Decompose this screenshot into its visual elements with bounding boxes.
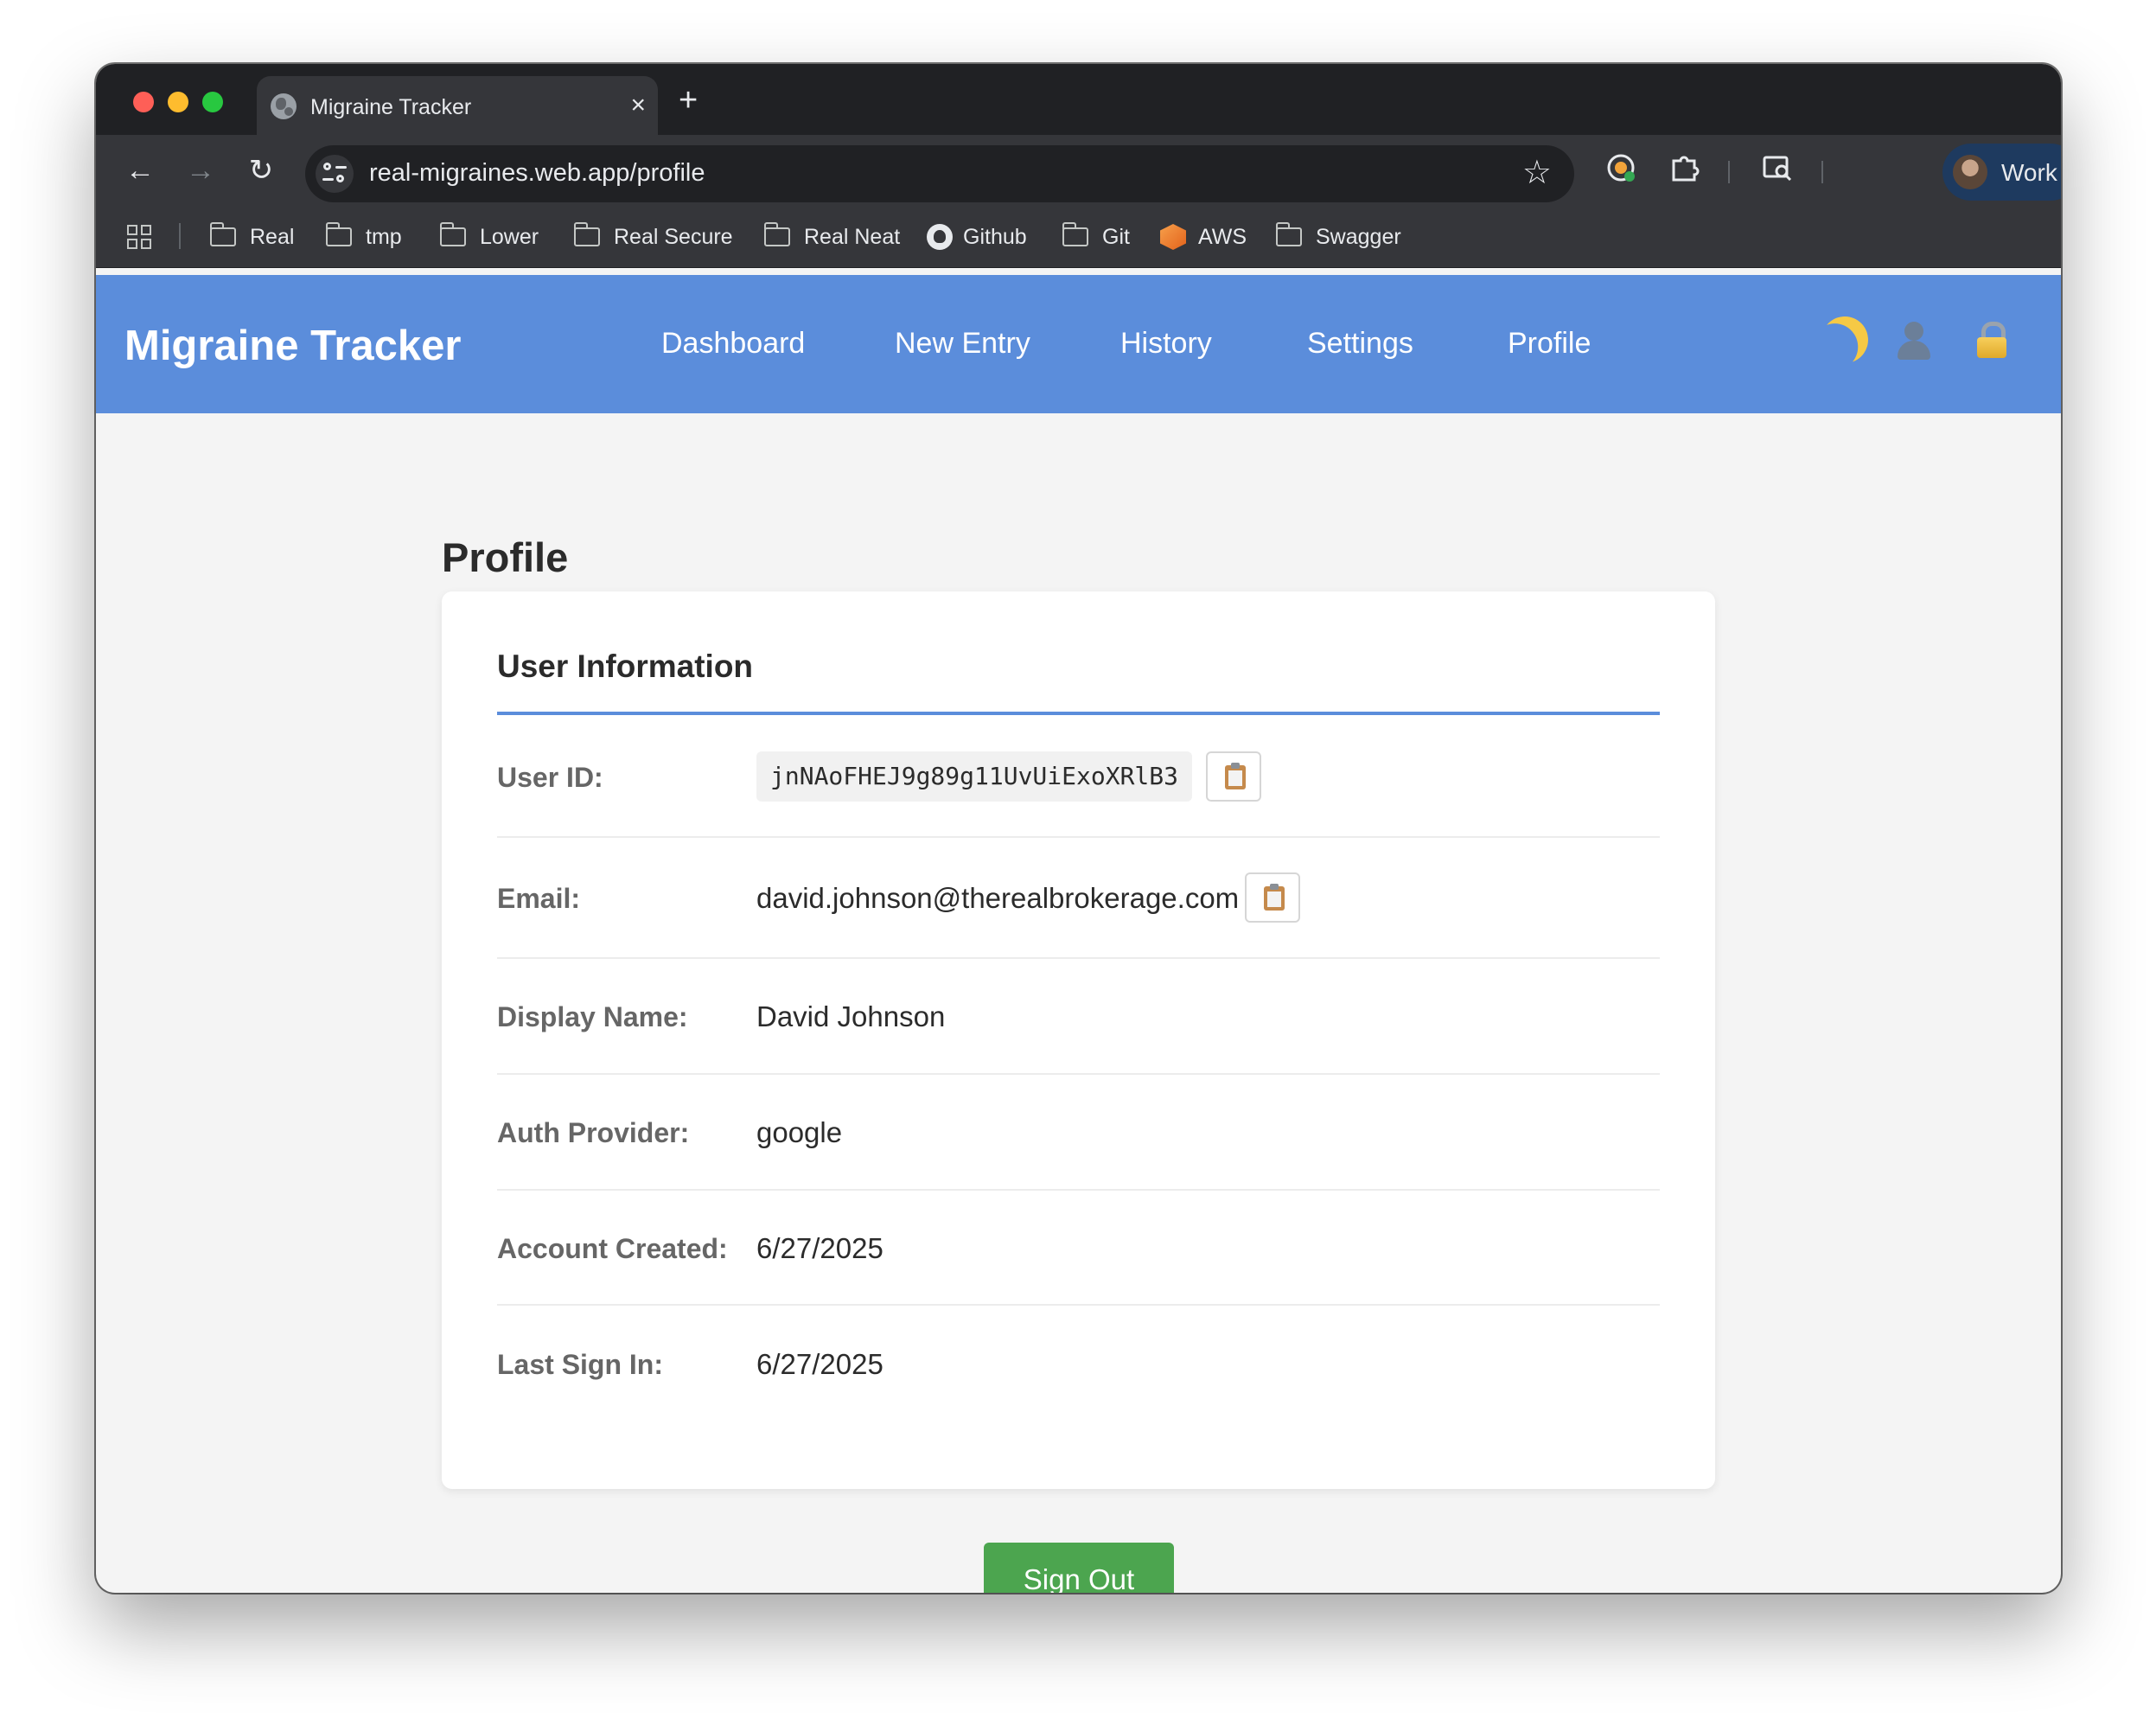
reload-icon[interactable]: ↻ [241, 150, 281, 190]
maximize-window-button[interactable] [202, 92, 223, 112]
bookmark-aws[interactable]: AWS [1160, 220, 1247, 254]
url-text[interactable]: real-migraines.web.app/profile [369, 159, 705, 188]
browser-toolbar: ← → ↻ real-migraines.web.app/profile ☆ W… [96, 135, 2061, 206]
bookmark-label: Git [1102, 224, 1130, 249]
nav-history[interactable]: History [1120, 327, 1212, 361]
bookmark-star-icon[interactable]: ☆ [1522, 154, 1552, 192]
profile-button[interactable]: Work [1942, 144, 2061, 201]
nav-settings[interactable]: Settings [1307, 327, 1413, 361]
page-title: Profile [442, 534, 569, 580]
back-arrow-icon[interactable]: ← [120, 150, 160, 190]
folder-icon [1275, 222, 1302, 246]
user-id-value: jnNAoFHEJ9g89g11UvUiExoXRlB3 [756, 751, 1193, 802]
bookmark-label: Github [963, 224, 1027, 249]
last-sign-in-row: Last Sign In: 6/27/2025 [497, 1306, 1660, 1422]
last-sign-in-label: Last Sign In: [497, 1349, 663, 1380]
folder-icon [1062, 222, 1088, 246]
app-header: Migraine Tracker Dashboard New Entry His… [96, 275, 2061, 413]
clipboard-icon [1225, 763, 1246, 789]
puzzle-icon[interactable] [1666, 152, 1702, 189]
minimize-window-button[interactable] [168, 92, 188, 112]
avatar [1953, 155, 1987, 189]
display-name-label: Display Name: [497, 1001, 688, 1032]
sign-out-button[interactable]: Sign Out [984, 1543, 1174, 1593]
bookmark-label: Real Neat [804, 224, 901, 249]
display-name-row: Display Name: David Johnson [497, 959, 1660, 1075]
github-icon [927, 224, 953, 250]
folder-icon [439, 222, 466, 246]
user-id-label: User ID: [497, 762, 603, 793]
address-bar[interactable]: real-migraines.web.app/profile ☆ [305, 145, 1574, 202]
account-created-label: Account Created: [497, 1233, 728, 1264]
bookmark-tmp[interactable]: tmp [325, 220, 402, 254]
auth-provider-row: Auth Provider: google [497, 1075, 1660, 1191]
tab-close-icon[interactable]: × [630, 90, 646, 121]
bookmark-github[interactable]: Github [927, 220, 1027, 254]
email-value: david.johnson@therealbrokerage.com [756, 882, 1240, 914]
folder-icon [209, 222, 236, 246]
profile-label: Work [2001, 159, 2057, 186]
email-row: Email: david.johnson@therealbrokerage.co… [497, 838, 1660, 959]
bookmarks-bar: Real tmp Lower Real Secure Real Neat Git… [96, 206, 2061, 268]
moon-icon[interactable] [1818, 313, 1872, 367]
bookmark-real[interactable]: Real [209, 220, 295, 254]
tab-strip: Migraine Tracker × + [96, 64, 2061, 135]
folder-icon [573, 222, 600, 246]
account-created-row: Account Created: 6/27/2025 [497, 1191, 1660, 1306]
copy-email-button[interactable] [1245, 872, 1300, 923]
active-tab[interactable]: Migraine Tracker × [257, 76, 658, 135]
user-icon[interactable] [1891, 316, 1937, 363]
globe-icon [271, 93, 297, 119]
last-sign-in-value: 6/27/2025 [756, 1348, 883, 1380]
app-brand[interactable]: Migraine Tracker [124, 322, 461, 370]
section-title: User Information [497, 649, 754, 684]
bookmark-real-neat[interactable]: Real Neat [763, 220, 901, 254]
display-name-value: David Johnson [756, 1000, 946, 1032]
nav-profile[interactable]: Profile [1508, 327, 1591, 361]
bookmark-git[interactable]: Git [1062, 220, 1130, 254]
browser-window: Migraine Tracker × + ← → ↻ real-migraine… [96, 64, 2061, 1593]
bookmark-swagger[interactable]: Swagger [1275, 220, 1401, 254]
tab-search-icon[interactable] [1759, 152, 1796, 189]
site-settings-icon[interactable] [316, 155, 354, 193]
clipboard-icon [1264, 884, 1285, 911]
new-tab-button[interactable]: + [679, 83, 698, 118]
auth-provider-label: Auth Provider: [497, 1117, 690, 1148]
user-id-row: User ID: jnNAoFHEJ9g89g11UvUiExoXRlB3 [497, 715, 1660, 838]
auth-provider-value: google [756, 1116, 843, 1148]
bookmark-label: Swagger [1316, 224, 1401, 249]
bookmark-real-secure[interactable]: Real Secure [573, 220, 733, 254]
bookmark-label: Real [250, 224, 295, 249]
user-info-card: User Information User ID: jnNAoFHEJ9g89g… [442, 591, 1715, 1489]
bookmark-label: Real Secure [614, 224, 733, 249]
nav-new-entry[interactable]: New Entry [895, 327, 1030, 361]
extension-icon[interactable] [1604, 152, 1640, 189]
folder-icon [325, 222, 352, 246]
bookmark-label: AWS [1198, 224, 1247, 249]
email-label: Email: [497, 883, 581, 914]
folder-icon [763, 222, 790, 246]
tab-title: Migraine Tracker [310, 95, 472, 119]
forward-arrow-icon[interactable]: → [181, 150, 220, 190]
bookmark-label: Lower [480, 224, 539, 249]
nav-dashboard[interactable]: Dashboard [661, 327, 805, 361]
copy-user-id-button[interactable] [1206, 751, 1261, 802]
aws-icon [1160, 224, 1186, 250]
bookmark-label: tmp [366, 224, 402, 249]
bookmark-lower[interactable]: Lower [439, 220, 539, 254]
close-window-button[interactable] [133, 92, 154, 112]
apps-grid-icon[interactable] [127, 225, 153, 251]
account-created-value: 6/27/2025 [756, 1232, 883, 1264]
lock-icon[interactable] [1968, 316, 2015, 363]
